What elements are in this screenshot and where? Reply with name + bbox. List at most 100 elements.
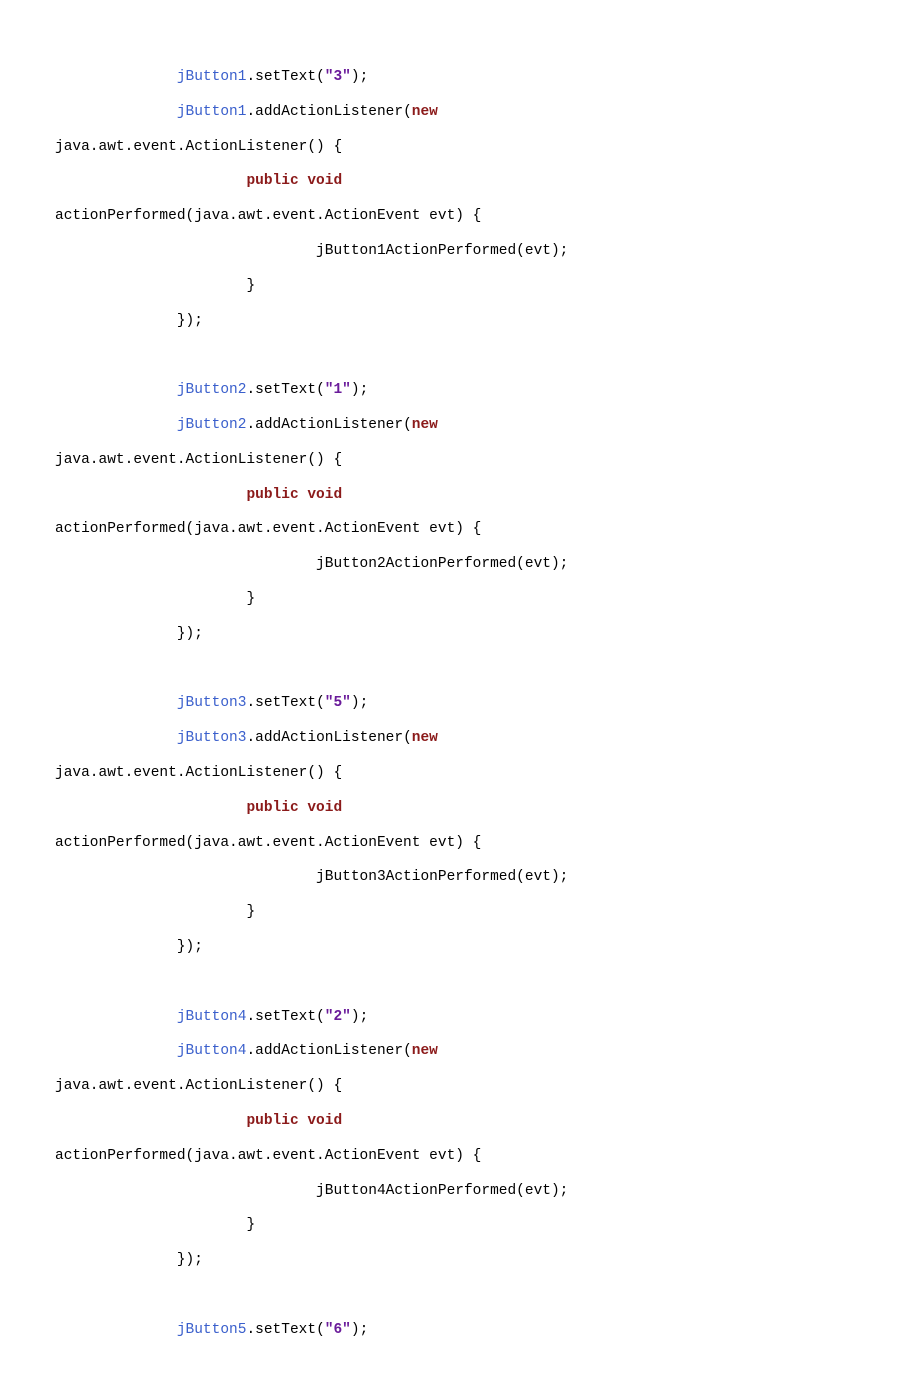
indent <box>55 1322 177 1338</box>
code-line: } <box>55 1208 865 1243</box>
indent <box>55 1009 177 1025</box>
code-token: } <box>246 1217 255 1233</box>
indent <box>55 1183 316 1199</box>
code-token: .addActionListener( <box>246 1043 411 1059</box>
code-line: jButton2ActionPerformed(evt); <box>55 547 865 582</box>
code-token: ); <box>351 1009 368 1025</box>
code-token: jButton2ActionPerformed(evt); <box>316 556 568 572</box>
code-token: actionPerformed(java.awt.event.ActionEve… <box>55 208 481 224</box>
indent <box>55 730 177 746</box>
code-line: public void <box>55 164 865 199</box>
indent <box>55 278 246 294</box>
code-line: java.awt.event.ActionListener() { <box>55 756 865 791</box>
code-token: new <box>412 730 438 746</box>
indent <box>55 869 316 885</box>
code-token: .setText( <box>246 69 324 85</box>
code-token: .addActionListener( <box>246 730 411 746</box>
code-line <box>55 1278 865 1313</box>
code-token: .setText( <box>246 695 324 711</box>
code-token: jButton3 <box>177 730 247 746</box>
code-token: actionPerformed(java.awt.event.ActionEve… <box>55 1148 481 1164</box>
code-line <box>55 652 865 687</box>
code-token: jButton5 <box>177 1322 247 1338</box>
code-token: }); <box>177 939 203 955</box>
code-token: .setText( <box>246 382 324 398</box>
indent <box>55 626 177 642</box>
code-token: public void <box>246 173 342 189</box>
code-line: } <box>55 269 865 304</box>
code-line: public void <box>55 478 865 513</box>
code-line: actionPerformed(java.awt.event.ActionEve… <box>55 199 865 234</box>
code-block: jButton1.setText("3"); jButton1.addActio… <box>55 60 865 1347</box>
code-token: actionPerformed(java.awt.event.ActionEve… <box>55 835 481 851</box>
code-token: }); <box>177 1252 203 1268</box>
code-line: java.awt.event.ActionListener() { <box>55 130 865 165</box>
code-token: "6" <box>325 1322 351 1338</box>
code-token: } <box>246 904 255 920</box>
code-token: } <box>246 278 255 294</box>
code-line: } <box>55 895 865 930</box>
indent <box>55 904 246 920</box>
indent <box>55 69 177 85</box>
code-token: .addActionListener( <box>246 417 411 433</box>
code-line: jButton4.setText("2"); <box>55 1000 865 1035</box>
code-line: jButton2.setText("1"); <box>55 373 865 408</box>
code-line: java.awt.event.ActionListener() { <box>55 1069 865 1104</box>
code-token: ); <box>351 695 368 711</box>
indent <box>55 1217 246 1233</box>
code-line: jButton3.setText("5"); <box>55 686 865 721</box>
indent <box>55 487 246 503</box>
code-token: "3" <box>325 69 351 85</box>
code-token: jButton4 <box>177 1043 247 1059</box>
indent <box>55 243 316 259</box>
code-token: actionPerformed(java.awt.event.ActionEve… <box>55 521 481 537</box>
indent <box>55 382 177 398</box>
indent <box>55 104 177 120</box>
indent <box>55 173 246 189</box>
code-line: public void <box>55 791 865 826</box>
code-line: }); <box>55 304 865 339</box>
code-token: new <box>412 104 438 120</box>
code-token: .setText( <box>246 1009 324 1025</box>
indent <box>55 695 177 711</box>
indent <box>55 939 177 955</box>
code-token: jButton4 <box>177 1009 247 1025</box>
indent <box>55 1043 177 1059</box>
code-token: jButton1 <box>177 69 247 85</box>
code-line: }); <box>55 617 865 652</box>
code-line: } <box>55 582 865 617</box>
code-token: jButton3 <box>177 695 247 711</box>
code-line: java.awt.event.ActionListener() { <box>55 443 865 478</box>
code-line: jButton1ActionPerformed(evt); <box>55 234 865 269</box>
code-line: }); <box>55 1243 865 1278</box>
code-line: actionPerformed(java.awt.event.ActionEve… <box>55 1139 865 1174</box>
code-line <box>55 965 865 1000</box>
indent <box>55 1113 246 1129</box>
code-token: }); <box>177 313 203 329</box>
code-token: ); <box>351 382 368 398</box>
code-token: jButton2 <box>177 382 247 398</box>
indent <box>55 417 177 433</box>
code-line: jButton3.addActionListener(new <box>55 721 865 756</box>
code-line: jButton4ActionPerformed(evt); <box>55 1174 865 1209</box>
code-token: new <box>412 1043 438 1059</box>
code-token: .setText( <box>246 1322 324 1338</box>
code-token: jButton4ActionPerformed(evt); <box>316 1183 568 1199</box>
code-line: actionPerformed(java.awt.event.ActionEve… <box>55 826 865 861</box>
code-token: ); <box>351 1322 368 1338</box>
code-line: actionPerformed(java.awt.event.ActionEve… <box>55 512 865 547</box>
code-token: java.awt.event.ActionListener() { <box>55 765 342 781</box>
code-token: jButton1 <box>177 104 247 120</box>
code-token: public void <box>246 487 342 503</box>
code-token: java.awt.event.ActionListener() { <box>55 139 342 155</box>
code-line: public void <box>55 1104 865 1139</box>
code-line: jButton4.addActionListener(new <box>55 1034 865 1069</box>
code-token: } <box>246 591 255 607</box>
code-token: jButton3ActionPerformed(evt); <box>316 869 568 885</box>
code-token: ); <box>351 69 368 85</box>
code-token: jButton2 <box>177 417 247 433</box>
code-token: "5" <box>325 695 351 711</box>
code-token: public void <box>246 1113 342 1129</box>
code-token: "2" <box>325 1009 351 1025</box>
code-token: public void <box>246 800 342 816</box>
